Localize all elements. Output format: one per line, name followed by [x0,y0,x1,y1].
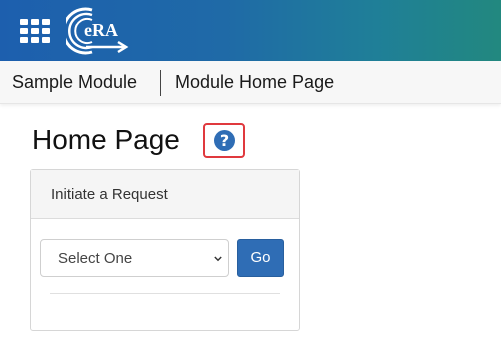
breadcrumb-item-module-home-page: Module Home Page [175,72,335,92]
question-circle-icon[interactable]: ? [214,130,235,151]
divider [50,293,280,294]
panel-title: Initiate a Request [51,186,168,203]
request-panel: Initiate a Request Select One Go [30,169,300,331]
apps-grid-icon[interactable] [20,19,50,43]
logo-text: eRA [84,20,118,40]
select-value: Select One [58,250,133,267]
page-title: Home Page [32,124,180,155]
request-type-select[interactable]: Select One [40,239,229,277]
breadcrumb: Sample Module Module Home Page [0,61,501,104]
breadcrumb-separator [160,70,161,96]
panel-header: Initiate a Request [31,170,299,219]
go-button[interactable]: Go [237,239,284,277]
top-navigation-bar: eRA [0,0,501,61]
help-button[interactable]: ? [203,123,245,158]
breadcrumb-item-sample-module[interactable]: Sample Module [12,72,137,93]
chevron-down-icon [214,256,222,262]
